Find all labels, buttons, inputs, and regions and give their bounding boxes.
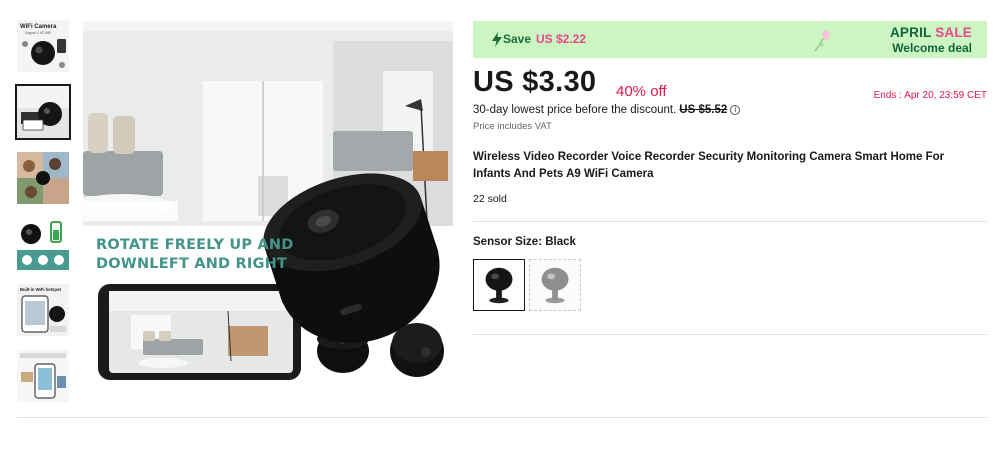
- sku-option-black[interactable]: [473, 259, 525, 311]
- discount-percent: 40% off: [616, 83, 667, 100]
- thumb-1-caption2: Support 2.4G WiFi: [25, 31, 52, 35]
- sku-option-gray[interactable]: [529, 259, 581, 311]
- divider: [473, 221, 987, 222]
- product-title: Wireless Video Recorder Voice Recorder S…: [473, 151, 945, 180]
- main-product-image[interactable]: ROTATE FREELY UP AND DOWNLEFT AND RIGHT: [83, 21, 453, 383]
- divider: [17, 417, 987, 418]
- lowest-price-text: 30-day lowest price before the discount.: [473, 104, 677, 116]
- promo-sale-title: APRIL SALE: [890, 25, 972, 40]
- lowest-price-note: 30-day lowest price before the discount.…: [473, 104, 741, 116]
- promo-banner: Save US $2.22 APRIL SALE Welcome deal: [473, 21, 987, 58]
- promo-end-time: Ends : Apr 20, 23:59 CET: [873, 90, 987, 101]
- divider: [473, 334, 987, 335]
- sold-count: 22 sold: [473, 193, 507, 205]
- thumbnail-3[interactable]: [17, 152, 69, 204]
- thumbnail-5[interactable]: Built-in WiFi hotspot: [17, 284, 69, 336]
- promo-sale-word-2: SALE: [935, 25, 972, 40]
- promo-sale-subtitle: Welcome deal: [892, 41, 972, 55]
- lightning-icon: [492, 32, 502, 47]
- flower-icon: [814, 30, 830, 52]
- promo-save-amount: US $2.22: [536, 32, 587, 46]
- main-image-overlay-text: ROTATE FREELY UP AND DOWNLEFT AND RIGHT: [96, 236, 293, 274]
- thumbnail-2[interactable]: [15, 84, 71, 140]
- promo-save-label: Save: [503, 32, 532, 46]
- current-price: US $3.30: [473, 66, 597, 98]
- thumb-5-caption: Built-in WiFi hotspot: [20, 287, 62, 292]
- overlay-line-1: ROTATE FREELY UP AND: [96, 237, 294, 253]
- overlay-line-2: DOWNLEFT AND RIGHT: [96, 256, 288, 272]
- sku-label: Sensor Size: Black: [473, 236, 576, 248]
- vat-note: Price includes VAT: [473, 121, 552, 132]
- promo-sale-word-1: APRIL: [889, 25, 932, 40]
- thumbnail-6[interactable]: [17, 350, 69, 402]
- info-icon[interactable]: i: [730, 105, 741, 115]
- thumbnail-4[interactable]: [17, 218, 69, 270]
- thumb-1-caption: WiFi Camera: [20, 24, 57, 30]
- thumbnail-1[interactable]: WiFi Camera Support 2.4G WiFi: [17, 20, 69, 72]
- original-price: US $5.52: [679, 104, 728, 116]
